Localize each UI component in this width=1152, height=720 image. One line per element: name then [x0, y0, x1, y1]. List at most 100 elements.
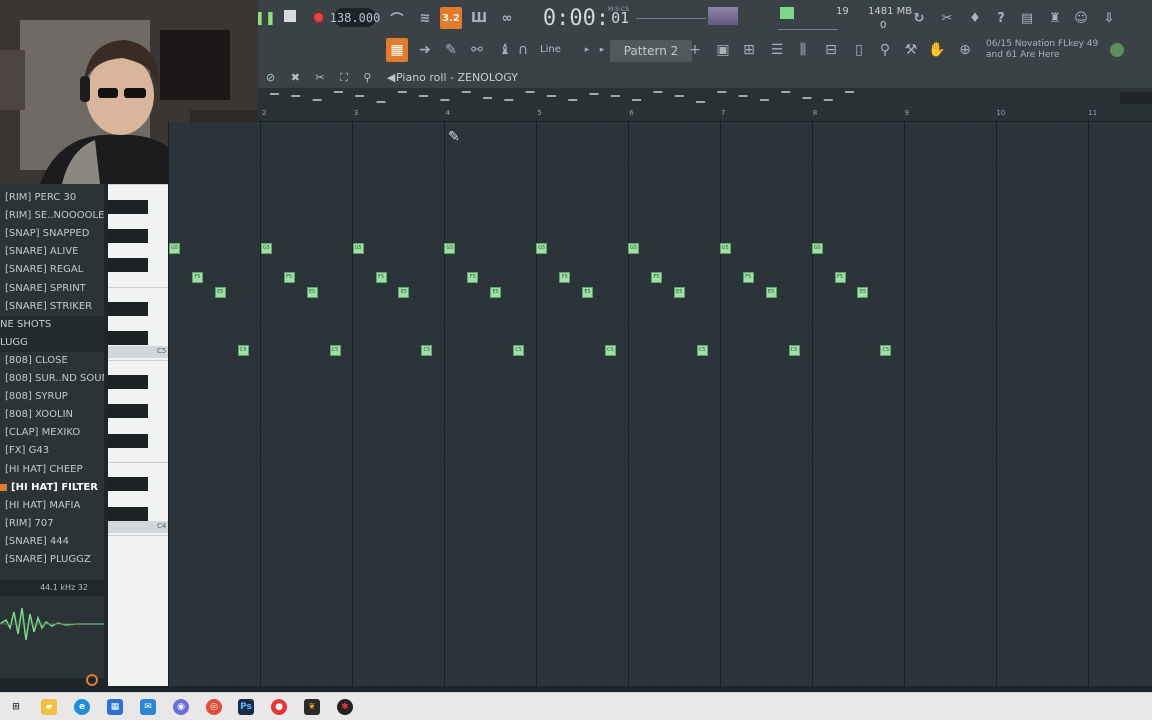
blend-icon[interactable]: Ш	[468, 7, 490, 29]
browser-item[interactable]: [808] SYRUP	[0, 388, 104, 406]
piano-keyboard[interactable]: C5 C4	[108, 184, 168, 686]
note[interactable]: G5	[811, 242, 823, 254]
browser-item[interactable]: [SNARE] PLUGGZ	[0, 551, 104, 569]
note[interactable]: C5	[788, 345, 800, 356]
piano-roll-window-icon[interactable]: ⊞	[738, 38, 760, 62]
download-icon[interactable]: ⇩	[1098, 7, 1120, 29]
help-icon[interactable]: ?	[990, 7, 1012, 29]
stop-button[interactable]	[284, 10, 296, 22]
browser-item[interactable]: [HI HAT] MAFIA	[0, 497, 104, 515]
mic-icon[interactable]: ♦	[964, 7, 986, 29]
note[interactable]: F5	[283, 272, 295, 283]
note[interactable]: F5	[467, 272, 479, 283]
playlist-icon[interactable]: ▣	[712, 38, 734, 62]
browser-item[interactable]: [RIM] PERC 30	[0, 189, 104, 207]
note[interactable]: G5	[260, 242, 272, 254]
note[interactable]: F5	[650, 272, 662, 283]
shop-icon[interactable]: ⊕	[954, 38, 976, 62]
browser-item[interactable]: [CLAP] MEXIKO	[0, 424, 104, 442]
black-key[interactable]	[108, 302, 148, 317]
browser-item[interactable]: [808] SUR..ND SOUND	[0, 370, 104, 388]
note-grid[interactable]: G5 F5 E5 C5 G5 F5 E5 C5 G5 F5 E5 C5 G5 F5 E5 C5 G5 F5 E5 C5…	[168, 122, 1152, 686]
tempo-field[interactable]: 138.000	[330, 8, 380, 27]
black-key[interactable]	[108, 258, 148, 273]
browser-item[interactable]: [SNARE] ALIVE	[0, 243, 104, 261]
note[interactable]: F5	[834, 272, 846, 283]
browser-item[interactable]: [FX] G43	[0, 442, 104, 460]
task-view-icon[interactable]: ⊞	[8, 699, 24, 715]
tempo-tap-icon[interactable]: ⚒	[900, 38, 922, 62]
note[interactable]: F5	[742, 272, 754, 283]
timeline-ruler[interactable]: 2 3 4 5 6 7 8 9 10 11	[258, 106, 1152, 122]
pattern-selector[interactable]: Pattern 2	[610, 40, 692, 62]
note[interactable]: C5	[880, 345, 892, 356]
note[interactable]: E5	[398, 286, 410, 298]
note[interactable]: G5	[719, 242, 731, 254]
browser-item[interactable]: [808] XOOLIN	[0, 406, 104, 424]
note[interactable]: E5	[673, 286, 685, 298]
record-button[interactable]	[312, 11, 325, 24]
pattern-play-icon[interactable]: ▸	[596, 38, 608, 62]
store-icon[interactable]: ▦	[107, 699, 123, 715]
stamp-icon[interactable]: ♝	[494, 38, 516, 62]
browser-item[interactable]: [SNARE] STRIKER	[0, 298, 104, 316]
note[interactable]: G5	[536, 242, 548, 254]
obs-icon[interactable]: ✱	[337, 699, 353, 715]
note[interactable]: G5	[628, 242, 639, 254]
browser-icon[interactable]: ⊟	[820, 38, 842, 62]
save-icon[interactable]: ▤	[1016, 7, 1038, 29]
draw-icon[interactable]: ✎	[440, 38, 462, 62]
undo-icon[interactable]: ↻	[908, 7, 930, 29]
pause-button[interactable]: ❚❚	[254, 8, 276, 28]
metronome-icon[interactable]: ⌒	[386, 7, 408, 29]
browser-item[interactable]: [HI HAT] CHEEP	[0, 461, 104, 479]
link-icon[interactable]: ⚯	[466, 38, 488, 62]
note[interactable]: C5	[604, 345, 616, 356]
wait-icon[interactable]: ≋	[414, 7, 436, 29]
edge-icon[interactable]: e	[74, 699, 90, 715]
note[interactable]: C5	[421, 345, 433, 356]
tools-icon[interactable]: ✂	[936, 7, 958, 29]
browser-item[interactable]: [SNARE] SPRINT	[0, 280, 104, 298]
chrome-icon[interactable]: ◎	[206, 699, 222, 715]
note[interactable]: F5	[191, 272, 203, 283]
black-key[interactable]	[108, 433, 148, 448]
piano-roll-icon[interactable]: ▦	[386, 38, 408, 62]
browser-item[interactable]: [RIM] 707	[0, 515, 104, 533]
black-key[interactable]	[108, 331, 148, 346]
black-key[interactable]	[108, 229, 148, 244]
browser-item[interactable]: [RIM] SE..NOOOOLES	[0, 207, 104, 225]
note[interactable]: C5	[696, 345, 708, 356]
browser-item[interactable]: [808] CLOSE	[0, 352, 104, 370]
black-key[interactable]	[108, 506, 148, 521]
app-icon[interactable]: ◉	[173, 699, 189, 715]
black-key[interactable]	[108, 200, 148, 214]
loop-record-icon[interactable]: ∞	[496, 7, 518, 29]
plugin-icon[interactable]: ♜	[1044, 7, 1066, 29]
note[interactable]: G5	[352, 242, 364, 254]
arrow-right-icon[interactable]: ➜	[414, 38, 436, 62]
magnet-icon[interactable]: ∩	[516, 38, 530, 62]
chevron-right-icon[interactable]: ▸	[580, 38, 594, 62]
browser-folder[interactable]: NE SHOTS	[0, 315, 104, 334]
fl-studio-icon[interactable]: ❦	[304, 699, 320, 715]
browser-item[interactable]: [SNAP] SNAPPED	[0, 225, 104, 243]
note[interactable]: E5	[306, 286, 318, 298]
touch-icon[interactable]: ✋	[926, 38, 948, 62]
browser-item[interactable]: [SNARE] 444	[0, 533, 104, 551]
black-key[interactable]	[108, 477, 148, 492]
project-icon[interactable]: ▯	[848, 38, 870, 62]
note[interactable]: E5	[214, 286, 226, 298]
browser-folder[interactable]: LUGG	[0, 333, 104, 352]
note[interactable]: F5	[559, 272, 571, 283]
black-key[interactable]	[108, 375, 148, 390]
file-explorer-icon[interactable]: ▰	[41, 699, 57, 715]
note[interactable]: C5	[513, 345, 525, 356]
horizontal-scrollbar[interactable]	[1120, 92, 1152, 104]
search-icon[interactable]	[86, 674, 98, 686]
plugin-picker-icon[interactable]: ⚲	[874, 38, 896, 62]
snap-button[interactable]: 3.2	[440, 7, 462, 29]
channel-rack-icon[interactable]: ☰	[766, 38, 788, 62]
globe-icon[interactable]	[1110, 43, 1124, 57]
mail-icon[interactable]: ✉	[140, 699, 156, 715]
